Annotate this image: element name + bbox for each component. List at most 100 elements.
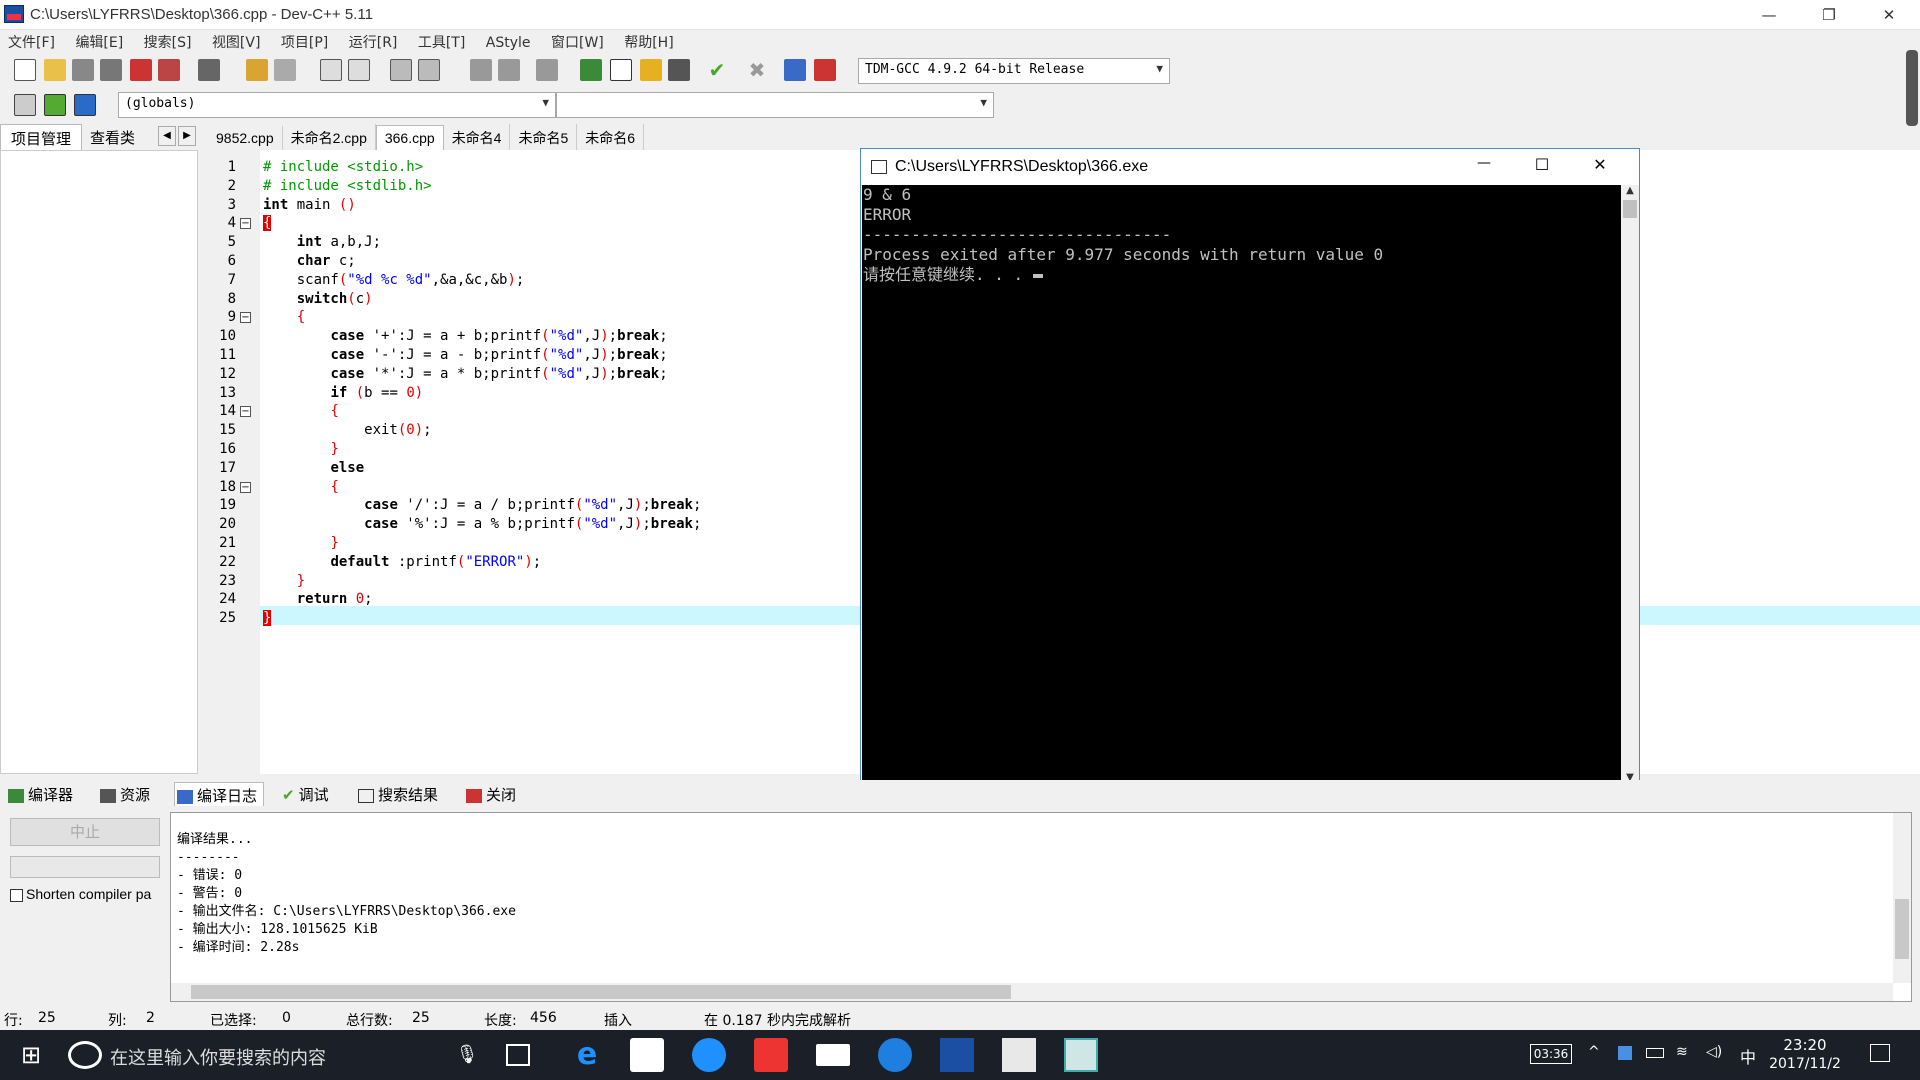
mail-icon[interactable]	[816, 1044, 850, 1066]
code-line[interactable]: {	[263, 308, 305, 327]
tab-untitled6[interactable]: 未命名6	[577, 124, 645, 150]
toggle-comment-icon[interactable]	[536, 59, 558, 81]
tray-chevron-up-icon[interactable]: ^	[1588, 1044, 1600, 1060]
code-line[interactable]: }	[263, 534, 338, 553]
action-center-icon[interactable]	[1870, 1044, 1890, 1062]
ime-indicator[interactable]: 中	[1740, 1044, 1756, 1068]
close-file-icon[interactable]	[130, 59, 152, 81]
tab-untitled2-cpp[interactable]: 未命名2.cpp	[283, 124, 376, 150]
menu-edit[interactable]: 编辑[E]	[67, 30, 131, 52]
task-view-icon[interactable]	[506, 1044, 530, 1066]
code-line[interactable]: else	[263, 459, 364, 478]
tab-debug[interactable]: ✔ 调试	[282, 782, 329, 806]
project-options-icon[interactable]	[668, 59, 690, 81]
fold-toggle-icon[interactable]: −	[240, 218, 251, 230]
console-close-button[interactable]: ✕	[1577, 155, 1623, 179]
profile-icon[interactable]	[814, 59, 836, 81]
new-file-icon[interactable]	[14, 59, 36, 81]
code-line[interactable]: int main ()	[263, 196, 356, 215]
red-app-icon[interactable]	[754, 1038, 788, 1072]
volume-icon[interactable]: ◁)	[1706, 1044, 1722, 1060]
code-line[interactable]: case '+':J = a + b;printf("%d",J);break;	[263, 327, 667, 346]
redo-icon[interactable]	[274, 59, 296, 81]
indent-icon[interactable]	[470, 59, 492, 81]
code-line[interactable]: {	[263, 402, 338, 421]
symbol-select[interactable]: ▼	[556, 92, 994, 118]
cortana-icon[interactable]	[68, 1041, 102, 1069]
menu-search[interactable]: 搜索[S]	[136, 30, 200, 52]
code-line[interactable]: char c;	[263, 252, 356, 271]
taskbar-time[interactable]: 23:20	[1774, 1036, 1836, 1054]
code-line[interactable]: int a,b,J;	[263, 233, 381, 252]
code-line[interactable]: if (b == 0)	[263, 384, 423, 403]
check-syntax-icon[interactable]: ✔	[706, 59, 728, 81]
tab-class-browser[interactable]: 查看类	[80, 124, 145, 150]
undo-icon[interactable]	[246, 59, 268, 81]
microphone-icon[interactable]: 🎙	[450, 1038, 484, 1072]
code-line[interactable]: exit(0);	[263, 421, 431, 440]
tab-untitled5[interactable]: 未命名5	[510, 124, 578, 150]
fold-toggle-icon[interactable]: −	[240, 406, 251, 418]
edge-browser-icon[interactable]: e	[570, 1038, 604, 1072]
log-vertical-scrollbar[interactable]	[1893, 813, 1911, 983]
code-line[interactable]: scanf("%d %c %d",&a,&c,&b);	[263, 271, 525, 290]
code-line[interactable]: }	[263, 609, 272, 628]
compile-log-panel[interactable]: 编译结果... -------- - 错误: 0 - 警告: 0 - 输出文件名…	[170, 812, 1912, 1002]
code-line[interactable]: }	[263, 440, 338, 459]
abort-button[interactable]: 中止	[10, 818, 160, 846]
close-button[interactable]: ✕	[1866, 0, 1912, 30]
code-line[interactable]: # include <stdio.h>	[263, 158, 423, 177]
taskbar-date[interactable]: 2017/11/2	[1764, 1056, 1846, 1072]
restore-button[interactable]: ❐	[1806, 0, 1852, 30]
windows-start-icon[interactable]: ⊞	[14, 1038, 48, 1072]
fold-toggle-icon[interactable]: −	[240, 312, 251, 324]
scope-select[interactable]: (globals) ▼	[118, 92, 556, 118]
code-line[interactable]: switch(c)	[263, 290, 373, 309]
tab-close[interactable]: 关闭	[466, 782, 516, 806]
tab-resources[interactable]: 资源	[100, 782, 150, 806]
menu-file[interactable]: 文件[F]	[0, 30, 63, 52]
sogou-icon[interactable]	[878, 1038, 912, 1072]
log-horizontal-scrollbar[interactable]	[171, 983, 1893, 1001]
store-icon[interactable]	[630, 1038, 664, 1072]
code-line[interactable]: case '*':J = a * b;printf("%d",J);break;	[263, 365, 667, 384]
tab-project-manager[interactable]: 项目管理	[0, 124, 83, 150]
new-project-icon[interactable]	[580, 59, 602, 81]
project-tree-panel[interactable]	[0, 150, 198, 774]
log-hscroll-thumb[interactable]	[191, 985, 1011, 999]
replace-icon[interactable]	[348, 59, 370, 81]
bookmark-icon[interactable]	[418, 59, 440, 81]
log-vscroll-thumb[interactable]	[1895, 899, 1909, 959]
goto-line-icon[interactable]	[390, 59, 412, 81]
minimize-button[interactable]: —	[1746, 0, 1792, 30]
find-icon[interactable]	[320, 59, 342, 81]
menu-run[interactable]: 运行[R]	[341, 30, 406, 52]
tab-scroll-left-button[interactable]: ◀	[158, 126, 176, 146]
grid-icon[interactable]	[640, 59, 662, 81]
chart-icon[interactable]	[784, 59, 806, 81]
tab-untitled4[interactable]: 未命名4	[444, 124, 511, 150]
console-minimize-button[interactable]: —	[1461, 155, 1507, 179]
close-all-icon[interactable]	[158, 59, 180, 81]
code-line[interactable]: return 0;	[263, 590, 373, 609]
menu-view[interactable]: 视图[V]	[204, 30, 269, 52]
save-all-icon[interactable]	[100, 59, 122, 81]
code-line[interactable]: {	[263, 478, 338, 497]
taskbar-search-box[interactable]: 在这里输入你要搜索的内容	[110, 1044, 326, 1070]
console-scroll-thumb[interactable]	[1623, 200, 1637, 218]
code-line[interactable]: default :printf("ERROR");	[263, 553, 541, 572]
code-line[interactable]: {	[263, 214, 272, 233]
menu-window[interactable]: 窗口[W]	[543, 30, 612, 52]
stop-execution-icon[interactable]: ✖	[746, 59, 768, 81]
insert-icon[interactable]	[14, 94, 36, 116]
console-output[interactable]: 9 & 6 ERROR ----------------------------…	[862, 185, 1621, 785]
scroll-up-icon[interactable]: ▲	[1621, 185, 1639, 196]
devcpp-taskbar-icon[interactable]	[940, 1038, 974, 1072]
console-taskbar-icon[interactable]	[1064, 1038, 1098, 1072]
wifi-icon[interactable]: ≋	[1676, 1044, 1688, 1060]
print-icon[interactable]	[198, 59, 220, 81]
console-maximize-button[interactable]: ☐	[1519, 155, 1565, 179]
tab-search-results[interactable]: 搜索结果	[358, 782, 438, 806]
compiler-select[interactable]: TDM-GCC 4.9.2 64-bit Release ▼	[858, 58, 1170, 84]
goto-icon[interactable]	[44, 94, 66, 116]
